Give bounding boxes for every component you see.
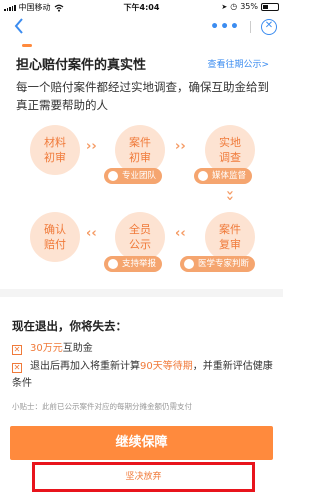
- tag-medical-expert: 医学专家判断: [180, 256, 256, 272]
- step-label: 案件 初审: [129, 136, 151, 164]
- nav-bar: ••• ✕: [0, 13, 283, 41]
- arrow-right-icon: ››: [86, 139, 97, 154]
- nav-actions: ••• ✕: [210, 17, 277, 37]
- loss-item-waiting: ✕ 退出后再加入将重新计算90天等待期，并重新评估健康条件: [12, 358, 274, 392]
- waiting-text-pre: 退出后再加入将重新计算: [30, 361, 140, 372]
- step-confirm-payout: 确认 赔付: [30, 212, 80, 262]
- doctor-icon: [184, 259, 194, 269]
- step-material-review: 材料 初审: [30, 125, 80, 175]
- tip-text: 小贴士：此前已公示案件对应的每期分摊金额仍需支付: [12, 402, 192, 411]
- nav-divider: [250, 21, 251, 33]
- step-label: 材料 初审: [44, 136, 66, 164]
- continue-coverage-button[interactable]: 继续保障: [10, 426, 273, 460]
- step-public-announcement: 全员 公示: [115, 212, 165, 262]
- page-title: 担心赔付案件的真实性: [16, 58, 147, 73]
- alarm-icon: ◷: [230, 2, 238, 11]
- step-label: 实地 调查: [219, 136, 241, 164]
- location-icon: ➤: [221, 2, 228, 11]
- quit-button[interactable]: 坚决放弃: [32, 462, 255, 492]
- back-button[interactable]: [8, 15, 30, 37]
- arrow-left-icon: ‹‹: [86, 226, 97, 241]
- more-button[interactable]: •••: [210, 19, 240, 35]
- decor-dash: [22, 44, 32, 47]
- fund-amount: 30万元: [30, 343, 63, 354]
- past-announcements-link[interactable]: 查看往期公示>: [207, 57, 269, 70]
- loss-item-fund: ✕ 30万元互助金: [12, 340, 272, 357]
- arrow-down-icon: ››: [221, 190, 237, 201]
- tag-professional-team: 专业团队: [104, 168, 163, 184]
- status-bar: 中国移动 下午4:04 ➤ ◷ 35%: [0, 0, 283, 13]
- step-case-recheck: 案件 复审: [205, 212, 255, 262]
- arrow-left-icon: ‹‹: [175, 226, 186, 241]
- megaphone-icon: [108, 259, 118, 269]
- camera-icon: [198, 171, 208, 181]
- step-label: 全员 公示: [129, 223, 151, 251]
- step-label: 确认 赔付: [44, 223, 66, 251]
- step-label: 案件 复审: [219, 223, 241, 251]
- battery-icon: [261, 2, 279, 11]
- fund-label: 互助金: [62, 343, 93, 354]
- team-icon: [108, 171, 118, 181]
- chevron-left-icon: [14, 18, 23, 34]
- x-box-icon: ✕: [12, 363, 22, 373]
- description-text: 每一个赔付案件都经过实地调查，确保互助金给到真正需要帮助的人: [16, 80, 269, 112]
- section-divider: [0, 289, 283, 297]
- arrow-right-icon: ››: [175, 139, 186, 154]
- close-button[interactable]: ✕: [261, 19, 277, 35]
- tag-support-report: 支持举报: [104, 256, 163, 272]
- status-right: ➤ ◷ 35%: [221, 2, 279, 11]
- waiting-period: 90天等待期: [140, 361, 193, 372]
- x-box-icon: ✕: [12, 345, 22, 355]
- quit-warning-title: 现在退出，你将失去：: [12, 319, 127, 333]
- battery-percent: 35%: [240, 2, 258, 11]
- tag-media-supervision: 媒体监督: [194, 168, 253, 184]
